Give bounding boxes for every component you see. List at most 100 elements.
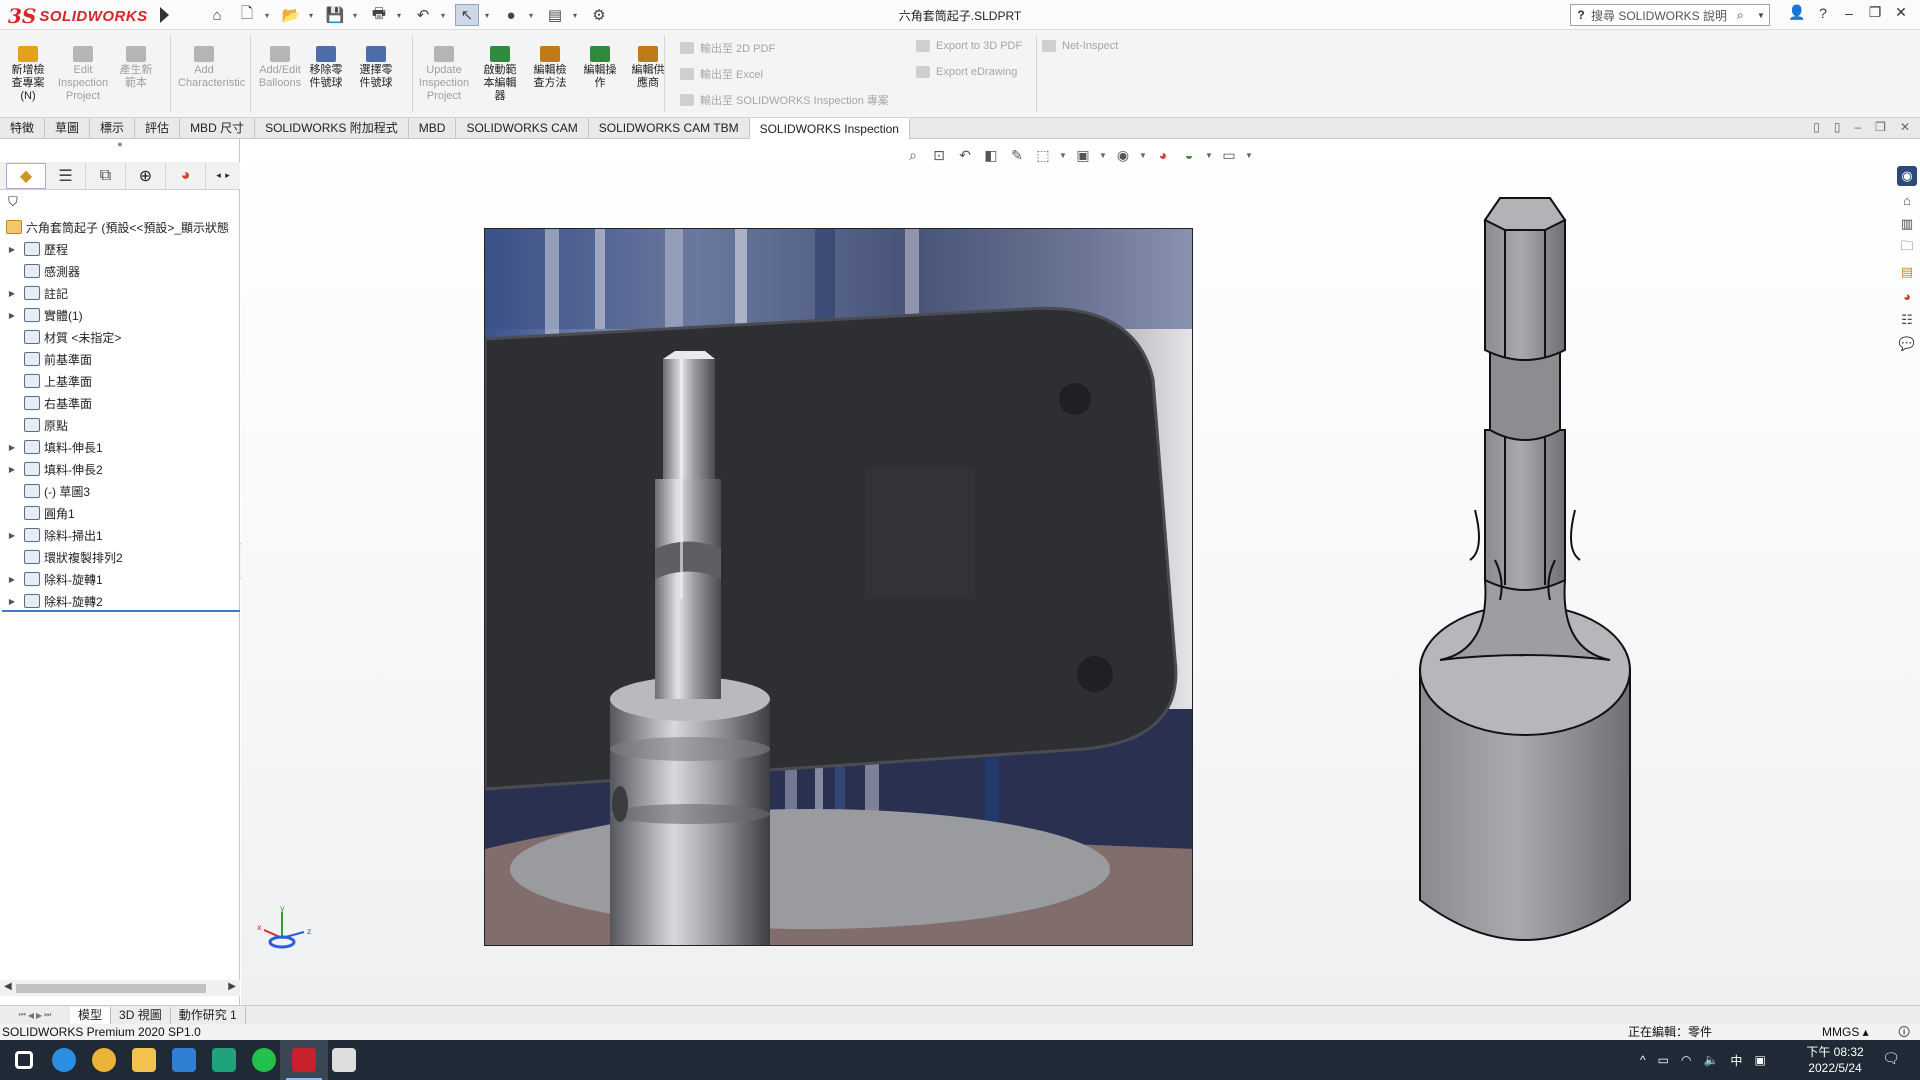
next-tab-icon[interactable]: ▶ [36,1011,42,1020]
export-inspection-project-button[interactable]: 輸出至 SOLIDWORKS Inspection 專案 [680,92,889,108]
notification-icon[interactable]: 🗨 [1880,1050,1902,1070]
tree-end-marker[interactable] [2,610,240,612]
tab-scroll-buttons[interactable]: ⏮ ◀ ▶ ⏭ [0,1006,70,1025]
command-button-2[interactable]: 產生新 範本 [110,46,162,90]
command-button-6[interactable]: 選擇零 件號球 [350,46,402,90]
command-button-3[interactable]: Add Characteristic [178,46,245,90]
edit-appearance-icon[interactable]: ◕ [1153,146,1173,164]
export-3d-pdf-button[interactable]: Export to 3D PDF [916,40,1022,52]
volume-icon[interactable]: 🔈 [1703,1053,1718,1067]
viewport-restore-button[interactable]: ❐ [1875,120,1886,134]
select-icon[interactable]: ↖ [455,4,479,26]
dimxpert-manager-tab[interactable]: ⊕ [126,162,166,189]
tab-9[interactable]: SOLIDWORKS Inspection [749,118,910,139]
expand-arrow-icon[interactable]: ▶ [6,597,18,606]
tab-5[interactable]: SOLIDWORKS 附加程式 [255,118,409,139]
tree-node[interactable]: 感測器 [0,260,240,282]
property-manager-tab[interactable]: ☰ [46,162,86,189]
chevron-down-icon[interactable]: ▾ [529,11,537,20]
forum-icon[interactable]: 💬 [1897,334,1917,354]
view-settings-icon[interactable]: ▭ [1219,146,1239,164]
appearances-icon[interactable]: ◕ [1897,286,1917,306]
close-button[interactable]: ✕ [1892,4,1910,21]
custom-properties-icon[interactable]: ☷ [1897,310,1917,330]
previous-view-icon[interactable]: ↶ [955,146,975,164]
tree-node[interactable]: ▶ 除料-旋轉1 [0,568,240,590]
tree-root-part[interactable]: 六角套筒起子 (預設<<預設>_顯示狀態 [0,216,240,238]
expand-arrow-icon[interactable]: ▶ [6,465,18,474]
search-icon[interactable]: ⌕ [1737,8,1757,23]
chevron-down-icon[interactable]: ▼ [1099,151,1107,160]
tile-left-icon[interactable]: ▯ [1813,120,1820,134]
show-hidden-icons-icon[interactable]: ^ [1640,1053,1646,1067]
home-icon[interactable]: ⌂ [205,4,229,26]
expand-arrow-icon[interactable]: ▶ [6,311,18,320]
tree-node[interactable]: 上基準面 [0,370,240,392]
viewport-close-button[interactable]: ✕ [1900,120,1910,134]
zoom-to-area-icon[interactable]: ⊡ [929,146,949,164]
expand-arrow-icon[interactable]: ▶ [6,245,18,254]
display-style-icon[interactable]: ▣ [1073,146,1093,164]
file-explorer-icon[interactable]: 🗀 [1897,238,1917,258]
tree-node[interactable]: (-) 草圖3 [0,480,240,502]
view-palette-icon[interactable]: ▤ [1897,262,1917,282]
tab-6[interactable]: MBD [409,118,457,139]
command-button-8[interactable]: 啟動範 本編輯 器 [474,46,526,103]
ime-indicator[interactable]: 中 [1730,1052,1742,1069]
command-button-7[interactable]: Update Inspection Project [418,46,470,103]
chevron-down-icon[interactable]: ▾ [353,11,361,20]
chevron-down-icon[interactable]: ▼ [1139,151,1147,160]
chevron-down-icon[interactable]: ▾ [265,11,273,20]
undo-icon[interactable]: ↶ [411,4,435,26]
hide-show-items-icon[interactable]: ◉ [1113,146,1133,164]
command-button-5[interactable]: 移除零 件號球 [300,46,352,90]
minimize-button[interactable]: – [1840,5,1858,21]
configuration-manager-tab[interactable]: ⧉ [86,162,126,189]
tree-node[interactable]: 右基準面 [0,392,240,414]
filter-icon[interactable]: ⛉ [8,194,18,210]
tree-node[interactable]: 環狀複製排列2 [0,546,240,568]
tree-node[interactable]: ▶ 除料-掃出1 [0,524,240,546]
save-icon[interactable]: 💾 [323,4,347,26]
dynamic-annotation-icon[interactable]: ✎ [1007,146,1027,164]
bottom-tab-2[interactable]: 動作研究 1 [171,1006,246,1024]
chevron-down-icon[interactable]: ▾ [309,11,317,20]
export-2d-pdf-button[interactable]: 輸出至 2D PDF [680,40,775,56]
command-button-10[interactable]: 編輯操 作 [574,46,626,90]
tree-node[interactable]: ▶ 填料-伸長1 [0,436,240,458]
view-orientation-icon[interactable]: ⬚ [1033,146,1053,164]
feature-manager-tab[interactable]: ◆ [6,162,46,189]
section-view-icon[interactable]: ◧ [981,146,1001,164]
viewport-minimize-button[interactable]: – [1854,120,1861,134]
first-tab-icon[interactable]: ⏮ [19,1010,26,1020]
tree-node[interactable]: 原點 [0,414,240,436]
reference-photo[interactable] [484,228,1193,946]
tab-2[interactable]: 標示 [90,118,136,139]
expand-arrow-icon[interactable]: ▶ [6,531,18,540]
tree-node[interactable]: ▶ 實體(1) [0,304,240,326]
tree-node[interactable]: 前基準面 [0,348,240,370]
tooltip-help-icon[interactable]: 🛈 [1898,1024,1910,1040]
zoom-to-fit-icon[interactable]: ⌕ [903,146,923,164]
tree-node[interactable]: ▶ 除料-旋轉2 [0,590,240,612]
expand-arrow-icon[interactable]: ▶ [6,289,18,298]
design-library-icon[interactable]: ▥ [1897,214,1917,234]
tree-node[interactable]: 材質 <未指定> [0,326,240,348]
restore-button[interactable]: ❐ [1866,4,1884,21]
command-button-4[interactable]: Add/Edit Balloons [254,46,306,90]
apply-scene-icon[interactable]: ◒ [1179,146,1199,164]
tab-1[interactable]: 草圖 [45,118,91,139]
user-icon[interactable]: 👤 [1788,4,1806,21]
tree-node[interactable]: ▶ 歷程 [0,238,240,260]
tree-node[interactable]: 圓角1 [0,502,240,524]
tab-3[interactable]: 評估 [135,118,181,139]
print-icon[interactable]: 🖶 [367,4,391,26]
unit-system-selector[interactable]: MMGS ▴ [1822,1024,1869,1040]
chevron-down-icon[interactable]: ▼ [1059,151,1067,160]
ime-mode-icon[interactable]: ▣ [1754,1053,1765,1067]
panel-tab-scroll[interactable]: ◂ ▸ [206,163,240,189]
chevron-down-icon[interactable]: ▾ [441,11,449,20]
menu-expand-arrow-icon[interactable] [160,7,169,23]
tab-7[interactable]: SOLIDWORKS CAM [456,118,589,139]
panel-grip[interactable]: ● [0,139,240,162]
